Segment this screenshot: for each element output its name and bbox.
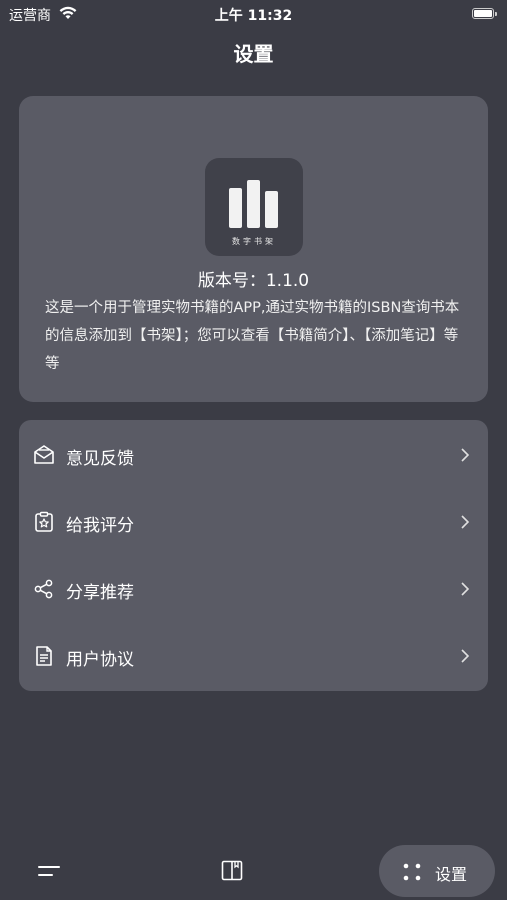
settings-menu: 意见反馈 给我评分 分享推荐 用户协议 — [19, 420, 488, 691]
tab-settings[interactable]: 设置 — [379, 845, 495, 897]
menu-item-rate[interactable]: 给我评分 — [19, 489, 488, 555]
menu-item-label: 给我评分 — [66, 516, 134, 536]
status-bar: 运营商 上午 11:32 — [0, 0, 507, 28]
menu-item-label: 分享推荐 — [66, 583, 134, 603]
chevron-right-icon — [461, 515, 470, 529]
app-logo: 数字书架 — [205, 158, 303, 256]
logo-text: 数字书架 — [232, 237, 276, 246]
agreement-icon — [36, 646, 52, 666]
rate-icon — [35, 511, 53, 532]
menu-item-label: 意见反馈 — [66, 449, 134, 469]
logo-book-bar — [229, 188, 242, 228]
chevron-right-icon — [461, 649, 470, 663]
logo-book-bar — [247, 180, 260, 228]
book-icon[interactable] — [221, 860, 243, 881]
menu-item-label: 用户协议 — [66, 650, 134, 670]
logo-book-bar — [265, 191, 278, 228]
page-title: 设置 — [233, 42, 274, 66]
feedback-icon — [34, 445, 54, 464]
battery-icon — [472, 8, 497, 19]
menu-item-feedback[interactable]: 意见反馈 — [19, 422, 488, 488]
about-card: 数字书架 版本号：1.1.0 这是一个用于管理实物书籍的APP,通过实物书籍的I… — [19, 96, 488, 402]
share-icon — [34, 579, 53, 599]
menu-icon[interactable] — [38, 864, 60, 878]
chevron-right-icon — [461, 582, 470, 596]
version-label: 版本号：1.1.0 — [197, 271, 310, 291]
menu-item-share[interactable]: 分享推荐 — [19, 556, 488, 622]
chevron-right-icon — [461, 448, 470, 462]
app-description: 这是一个用于管理实物书籍的APP,通过实物书籍的ISBN查询书本的信息添加到【书… — [45, 300, 460, 372]
settings-dots-icon — [403, 863, 421, 881]
tab-settings-label: 设置 — [435, 865, 468, 884]
status-time: 上午 11:32 — [214, 8, 293, 24]
menu-item-agreement[interactable]: 用户协议 — [19, 623, 488, 689]
settings-screen: 运营商 上午 11:32 设置 数字书架 版本号：1.1.0 这是一个用于管理实… — [0, 0, 507, 900]
